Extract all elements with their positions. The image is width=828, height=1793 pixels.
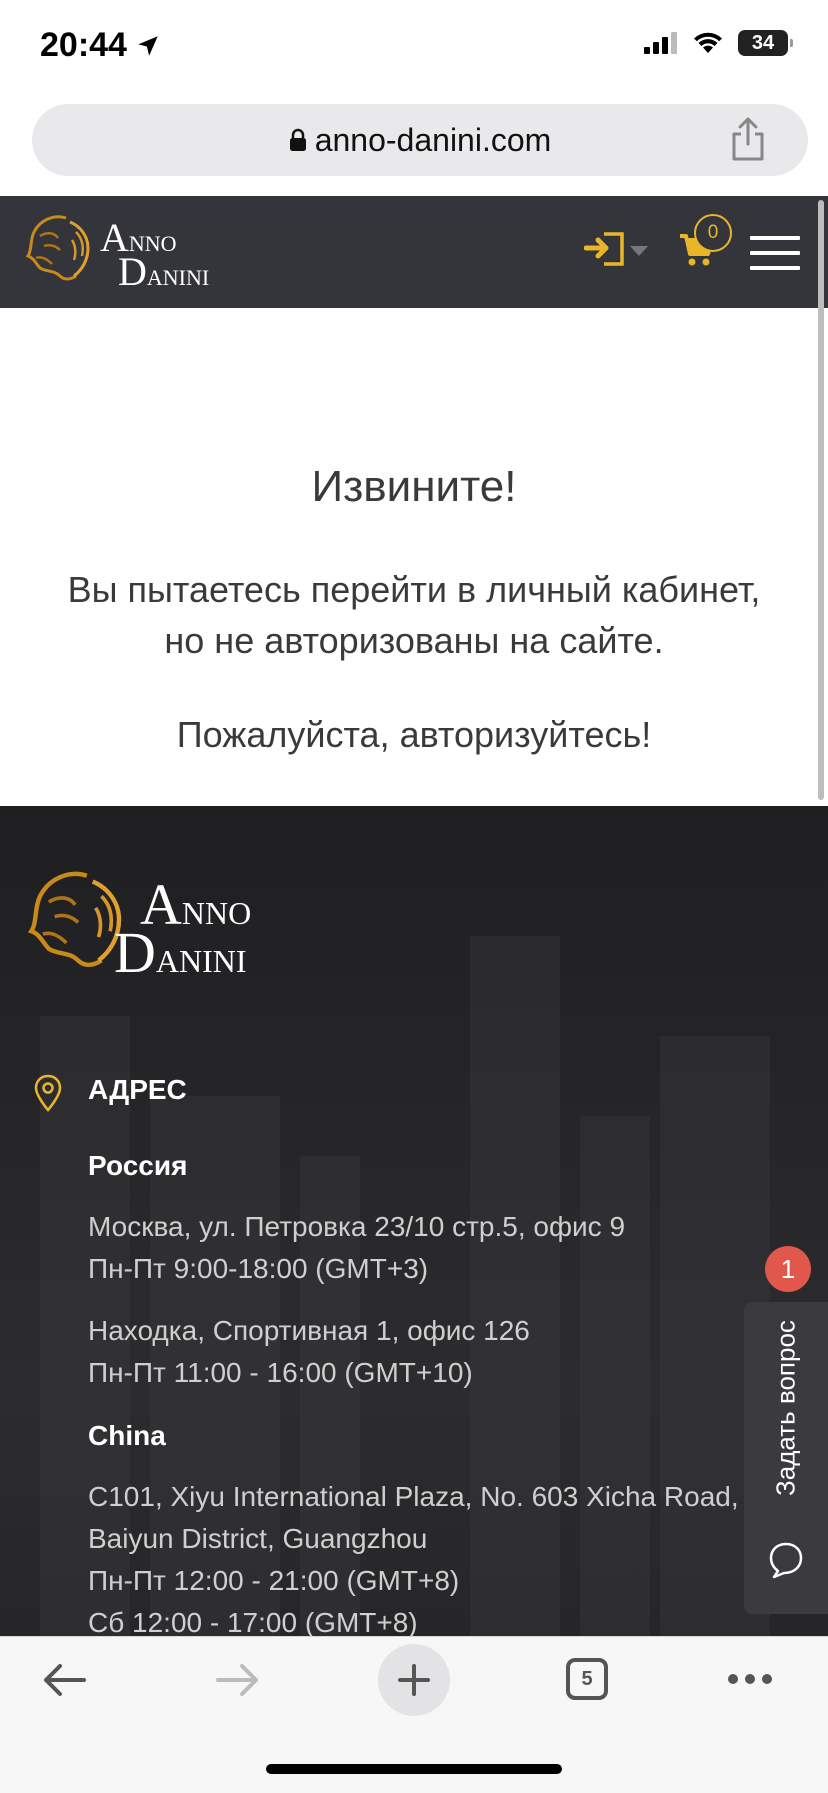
ask-question-label: Задать вопрос	[770, 1320, 801, 1496]
chat-notification-badge[interactable]: 1	[765, 1246, 811, 1292]
url-bar[interactable]: anno-danini.com	[32, 104, 808, 176]
nakhodka-hours: Пн-Пт 11:00 - 16:00 (GMT+10)	[88, 1357, 473, 1388]
more-options-icon[interactable]	[726, 1672, 774, 1686]
wifi-icon	[694, 32, 722, 53]
country-russia: Россия	[88, 1150, 188, 1181]
back-arrow-icon[interactable]	[40, 1662, 88, 1698]
home-indicator[interactable]	[266, 1764, 562, 1774]
logo-word-2: anini	[146, 265, 210, 290]
map-pin-icon	[34, 1074, 62, 1112]
china-office: C101, Xiyu International Plaza, No. 603 …	[88, 1476, 748, 1644]
cart-count-badge: 0	[694, 214, 732, 252]
error-message: Вы пытаетесь перейти в личный кабинет, н…	[0, 564, 828, 666]
lock-icon	[289, 128, 306, 151]
cellular-signal-icon	[644, 32, 677, 54]
china-hours-weekdays: Пн-Пт 12:00 - 21:00 (GMT+8)	[88, 1565, 460, 1596]
error-title: Извините!	[311, 462, 517, 511]
location-arrow-icon	[138, 35, 158, 56]
address-heading: АДРЕС	[88, 1074, 187, 1105]
dropdown-caret-icon	[630, 246, 648, 256]
nakhodka-office: Находка, Спортивная 1, офис 126 Пн-Пт 11…	[88, 1310, 530, 1394]
hamburger-menu-icon[interactable]	[750, 236, 800, 281]
share-icon[interactable]	[728, 116, 768, 162]
page-scrollbar[interactable]	[818, 200, 824, 800]
country-china: China	[88, 1420, 166, 1451]
moscow-address: Москва, ул. Петровка 23/10 стр.5, офис 9	[88, 1211, 626, 1242]
error-message-line-1: Вы пытаетесь перейти в личный кабинет,	[67, 569, 761, 610]
nakhodka-address: Находка, Спортивная 1, офис 126	[88, 1315, 530, 1346]
new-tab-button[interactable]	[378, 1644, 450, 1716]
plus-icon	[398, 1664, 430, 1696]
chat-bubble-icon	[769, 1542, 803, 1579]
status-time: 20:44	[40, 26, 161, 65]
lion-logo-icon	[26, 215, 90, 281]
url-text: anno-danini.com	[314, 121, 552, 158]
login-icon[interactable]	[584, 230, 656, 270]
login-prompt: Пожалуйста, авторизуйтесь!	[176, 714, 652, 755]
footer-logo-word-2: anini	[155, 943, 247, 979]
error-message-line-2: но не авторизованы на сайте.	[164, 620, 664, 661]
moscow-hours: Пн-Пт 9:00-18:00 (GMT+3)	[88, 1253, 429, 1284]
battery-indicator: 34	[738, 30, 793, 56]
china-address-line-1: C101, Xiyu International Plaza, No. 603 …	[88, 1481, 739, 1512]
tabs-button[interactable]: 5	[566, 1658, 608, 1700]
status-indicators: 34	[644, 30, 793, 56]
moscow-office: Москва, ул. Петровка 23/10 стр.5, офис 9…	[88, 1206, 625, 1290]
forward-arrow-icon[interactable]	[214, 1662, 262, 1698]
china-address-line-2: Baiyun District, Guangzhou	[88, 1523, 428, 1554]
